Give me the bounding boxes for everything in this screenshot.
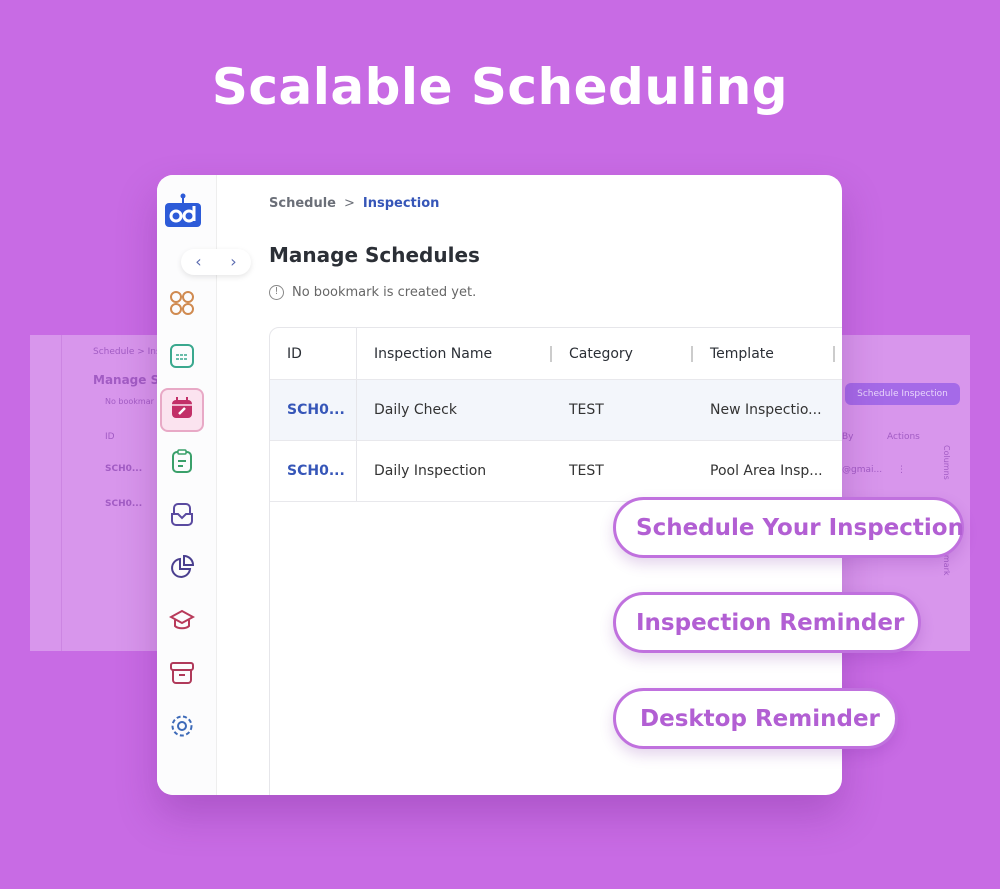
sidebar: ‹ › xyxy=(157,175,251,795)
feature-pill-desktop-reminder: Desktop Reminder xyxy=(613,688,898,749)
page-title: Manage Schedules xyxy=(269,243,480,267)
breadcrumb-schedule[interactable]: Schedule xyxy=(269,196,336,211)
feature-pill-schedule: Schedule Your Inspection xyxy=(613,497,964,558)
columns-toggle[interactable]: Columns xyxy=(942,445,951,480)
background-note: No bookmar xyxy=(105,397,154,406)
feature-pill-inspection-reminder: Inspection Reminder xyxy=(613,592,921,653)
inspection-name-cell: Daily Inspection xyxy=(374,463,487,479)
sidebar-item-board[interactable] xyxy=(160,336,204,380)
column-header-inspection-name[interactable]: Inspection Name xyxy=(357,328,552,379)
sidebar-item-training[interactable] xyxy=(160,600,204,644)
board-icon xyxy=(169,343,195,373)
settings-icon xyxy=(169,713,195,743)
sidebar-nav-arrows: ‹ › xyxy=(181,249,251,275)
sidebar-item-tasks[interactable] xyxy=(160,441,204,485)
schedule-inspection-button[interactable]: Schedule Inspection xyxy=(845,383,960,405)
graduation-cap-icon xyxy=(168,607,196,637)
table-row[interactable]: SCH0... Daily Check TEST New Inspectio..… xyxy=(270,380,842,441)
pie-chart-icon xyxy=(169,554,195,584)
calendar-edit-icon xyxy=(170,396,194,424)
breadcrumb-separator: > xyxy=(343,196,355,211)
category-cell: TEST xyxy=(569,463,604,479)
background-created-by-cell: @gmai... xyxy=(842,465,883,475)
breadcrumb: Schedule > Inspection xyxy=(269,196,439,211)
template-cell: Pool Area Insp... xyxy=(710,463,823,479)
sidebar-item-settings[interactable] xyxy=(160,706,204,750)
sidebar-item-reports[interactable] xyxy=(160,547,204,591)
background-id-header: ID xyxy=(105,432,115,442)
background-row-id: SCH0... xyxy=(105,464,143,474)
schedule-id-link[interactable]: SCH0... xyxy=(270,380,357,440)
clipboard-icon xyxy=(170,448,194,478)
template-cell: New Inspectio... xyxy=(710,402,822,418)
background-title: Manage Sc xyxy=(93,373,167,387)
schedule-id-link[interactable]: SCH0... xyxy=(270,441,357,501)
info-icon: ! xyxy=(269,285,284,300)
forward-button[interactable]: › xyxy=(216,249,251,275)
category-cell: TEST xyxy=(569,402,604,418)
bookmark-note: ! No bookmark is created yet. xyxy=(269,285,476,300)
headline: Scalable Scheduling xyxy=(211,58,789,116)
row-actions-icon[interactable]: ⋮ xyxy=(897,465,906,475)
background-actions-header: Actions xyxy=(887,432,920,442)
logo-icon xyxy=(163,193,203,233)
sidebar-item-dashboard[interactable] xyxy=(160,283,204,327)
archive-icon xyxy=(169,660,195,690)
background-by-header: By xyxy=(842,432,854,442)
breadcrumb-inspection[interactable]: Inspection xyxy=(363,196,440,211)
sidebar-item-inbox[interactable] xyxy=(160,494,204,538)
column-header-category[interactable]: Category xyxy=(552,328,693,379)
table-header: ID Inspection Name Category Template xyxy=(270,328,842,380)
background-breadcrumb: Schedule > Ins xyxy=(93,347,161,357)
background-sidebar xyxy=(30,335,62,651)
column-header-id[interactable]: ID xyxy=(270,328,357,379)
bookmark-note-text: No bookmark is created yet. xyxy=(292,285,477,300)
grid-icon xyxy=(169,290,195,320)
background-row-id: SCH0... xyxy=(105,499,143,509)
inbox-icon xyxy=(169,501,195,531)
back-button[interactable]: ‹ xyxy=(181,249,216,275)
table-row[interactable]: SCH0... Daily Inspection TEST Pool Area … xyxy=(270,441,842,502)
sidebar-item-archive[interactable] xyxy=(160,653,204,697)
inspection-name-cell: Daily Check xyxy=(374,402,457,418)
sidebar-item-schedule[interactable] xyxy=(160,388,204,432)
column-header-template[interactable]: Template xyxy=(693,328,835,379)
